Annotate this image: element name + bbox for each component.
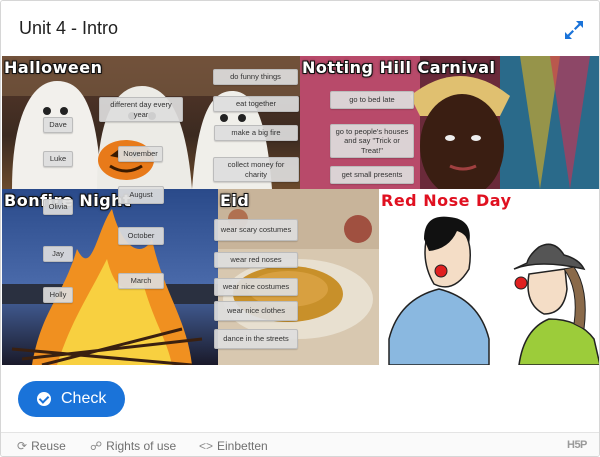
reuse-link[interactable]: ⟳ Reuse [17,439,66,453]
footer-bar: ⟳ Reuse ☍ Rights of use <> Einbetten H5P [1,432,599,456]
panel-title-red-nose-day: Red Nose Day [381,191,512,210]
fullscreen-expand-icon[interactable] [563,19,585,41]
panel-title-halloween: Halloween [4,58,103,77]
panel-title-eid: Eid [220,191,250,210]
draggable-word[interactable]: get small presents [330,166,414,184]
draggable-word[interactable]: dance in the streets [214,329,298,349]
handshake-icon: ☍ [90,439,103,453]
draggable-word[interactable]: Dave [43,117,73,133]
panel-title-notting-hill: Notting Hill Carnival [302,58,496,77]
draggable-word[interactable]: go to people's houses and say "Trick or … [330,124,414,158]
draggable-word[interactable]: Luke [43,151,73,167]
draggable-word[interactable]: different day every year [99,97,183,122]
draggable-word[interactable]: November [118,146,163,162]
draggable-word[interactable]: go to bed late [330,91,414,109]
draggable-word[interactable]: Holly [43,287,73,303]
draggable-word[interactable]: March [118,273,164,289]
bonfire-photo [2,189,218,365]
draggable-word[interactable]: wear nice costumes [214,278,298,296]
draggable-word[interactable]: eat together [213,96,299,112]
page-title: Unit 4 - Intro [19,18,119,38]
draggable-word[interactable]: August [118,186,164,204]
draggable-word[interactable]: make a big fire [214,125,298,141]
embed-label: Einbetten [217,439,268,453]
draggable-word[interactable]: wear scary costumes [214,219,298,241]
check-button-label: Check [61,390,107,407]
draggable-word[interactable]: Jay [43,246,73,262]
h5p-frame: Unit 4 - Intro Halloween Notting Hill Ca… [0,0,600,457]
reuse-label: Reuse [31,439,66,453]
draggable-word[interactable]: wear nice clothes [214,301,298,321]
title-bar: Unit 4 - Intro [1,1,599,56]
reuse-icon: ⟳ [17,439,28,453]
drag-drop-board: Halloween Notting Hill Carnival Bonfire … [2,56,599,365]
red-nose-cartoon [388,216,599,365]
h5p-logo[interactable]: H5P [567,439,587,451]
draggable-word[interactable]: wear red noses [214,252,298,268]
check-circle-icon [37,392,51,406]
rights-of-use-label: Rights of use [106,439,177,453]
draggable-word[interactable]: Olivia [43,199,73,215]
draggable-word[interactable]: October [118,227,164,245]
draggable-word[interactable]: collect money for charity [213,157,299,182]
embed-link[interactable]: <> Einbetten [199,439,268,453]
panel-bonfire: Bonfire Night [2,189,218,365]
code-icon: <> [199,439,214,453]
rights-of-use-link[interactable]: ☍ Rights of use [90,439,176,453]
draggable-word[interactable]: do funny things [213,69,298,85]
panel-red-nose-day: Red Nose Day [379,189,599,365]
check-button[interactable]: Check [18,381,125,417]
